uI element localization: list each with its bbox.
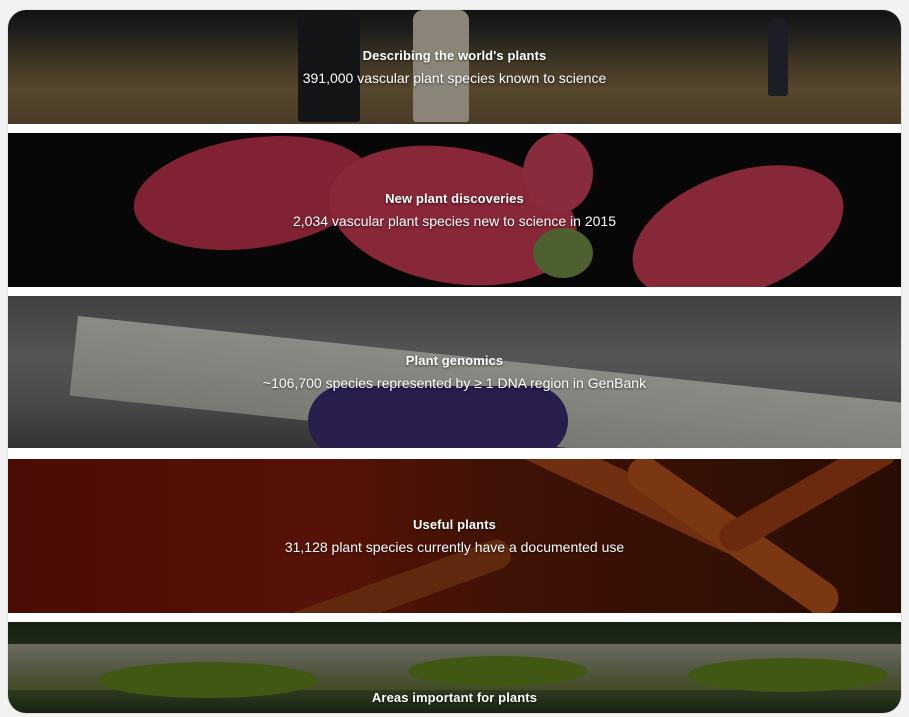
panel-important-areas[interactable]: Areas important for plants bbox=[8, 622, 901, 713]
panel-useful-plants[interactable]: Useful plants 31,128 plant species curre… bbox=[8, 459, 901, 613]
panel-stat: 31,128 plant species currently have a do… bbox=[284, 539, 625, 555]
panel-stat: ~106,700 species represented by ≥ 1 DNA … bbox=[262, 375, 647, 391]
panel-describing-plants[interactable]: Describing the world's plants 391,000 va… bbox=[8, 10, 901, 124]
panel-new-discoveries[interactable]: New plant discoveries 2,034 vascular pla… bbox=[8, 133, 901, 287]
panel-title: Plant genomics bbox=[405, 353, 504, 368]
panel-title: Areas important for plants bbox=[371, 690, 538, 705]
panel-title: Describing the world's plants bbox=[362, 48, 547, 63]
panel-plant-genomics[interactable]: Plant genomics ~106,700 species represen… bbox=[8, 296, 901, 448]
topic-panels-container: Describing the world's plants 391,000 va… bbox=[8, 10, 901, 713]
panel-stat: 2,034 vascular plant species new to scie… bbox=[293, 213, 616, 229]
panel-title: Useful plants bbox=[413, 517, 496, 532]
panel-title: New plant discoveries bbox=[385, 191, 524, 206]
panel-stat: 391,000 vascular plant species known to … bbox=[302, 70, 607, 86]
